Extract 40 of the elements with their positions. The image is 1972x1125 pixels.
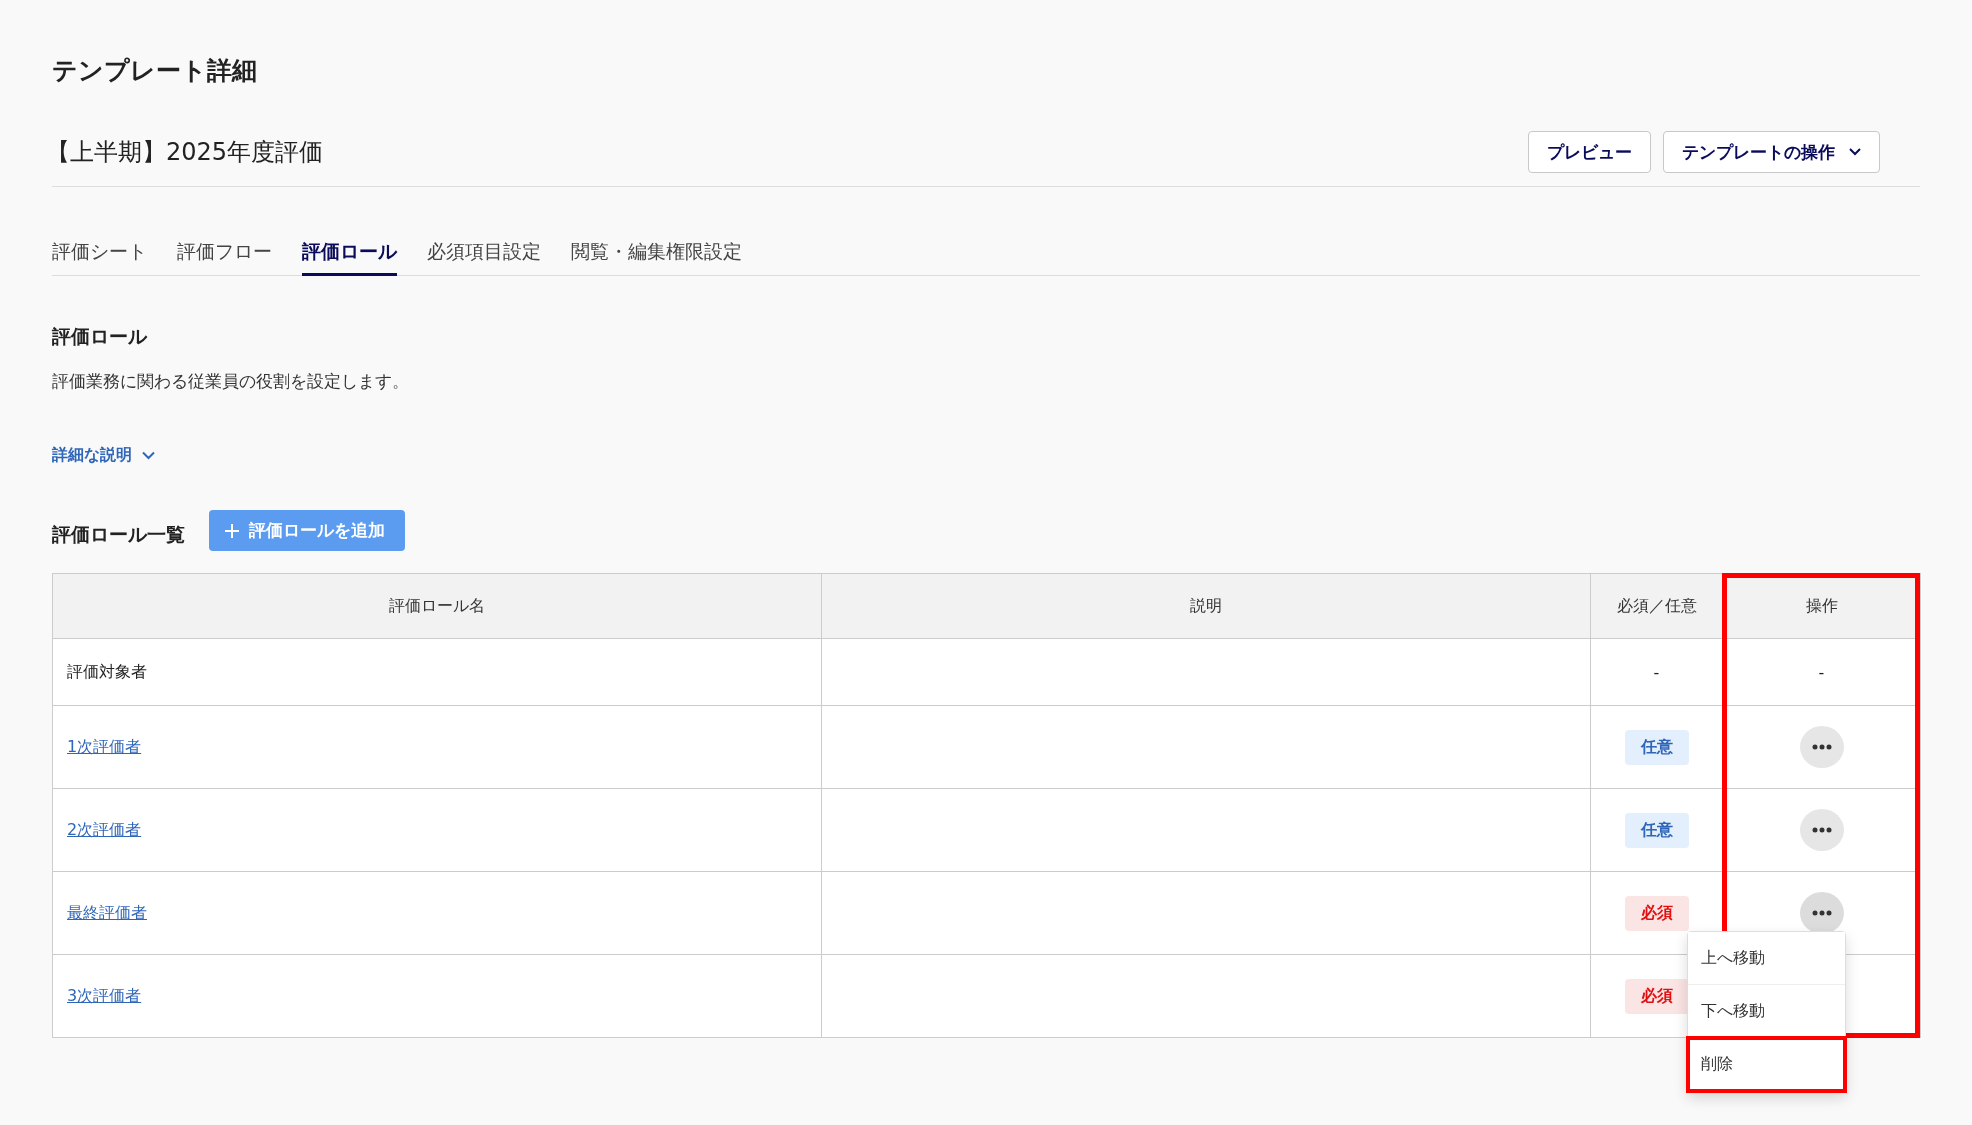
plus-icon [225,523,239,538]
menu-item[interactable]: 削除 [1688,1038,1845,1091]
template-actions-dropdown[interactable]: テンプレートの操作 [1663,131,1880,173]
column-header: 必須／任意 [1616,595,1697,615]
list-heading: 評価ロール一覧 [52,521,185,547]
optional-tag: 任意 [1624,729,1689,765]
chevron-icon [142,451,155,460]
column-header: 操作 [1805,595,1838,615]
more-dots-icon [1811,827,1832,833]
preview-button[interactable]: プレビュー [1528,131,1651,173]
more-options-button[interactable] [1799,892,1844,934]
more-options-button[interactable] [1799,726,1844,768]
role-link[interactable]: 最終評価者 [67,902,147,922]
empty-value: - [1653,662,1660,682]
menu-item[interactable]: 下へ移動 [1688,985,1845,1038]
required-tag: 必須 [1624,895,1689,931]
empty-value: - [1818,662,1825,682]
section-heading: 評価ロール [52,324,147,349]
page-title: テンプレート詳細 [52,55,257,87]
role-name: 評価対象者 [67,661,147,681]
tab[interactable]: 閲覧・編集権限設定 [571,239,742,276]
required-tag: 必須 [1624,978,1689,1014]
more-options-button[interactable] [1799,809,1844,851]
details-toggle[interactable]: 詳細な説明 [52,445,155,466]
template-name: 【上半期】2025年度評価 [46,137,324,168]
section-description: 評価業務に関わる従業員の役割を設定します。 [52,370,409,393]
column-header: 評価ロール名 [389,595,485,615]
menu-item[interactable]: 上へ移動 [1688,932,1845,985]
role-link[interactable]: 1次評価者 [67,736,142,756]
optional-tag: 任意 [1624,812,1689,848]
more-dots-icon [1811,744,1832,750]
tab[interactable]: 評価シート [52,239,147,276]
role-link[interactable]: 2次評価者 [67,819,142,839]
column-header: 説明 [1190,595,1222,615]
role-link[interactable]: 3次評価者 [67,985,142,1005]
chevron-down-icon [1849,148,1861,156]
tab[interactable]: 評価フロー [177,239,272,276]
tab[interactable]: 必須項目設定 [427,239,541,276]
tab[interactable]: 評価ロール [302,239,397,276]
more-dots-icon [1811,910,1832,916]
